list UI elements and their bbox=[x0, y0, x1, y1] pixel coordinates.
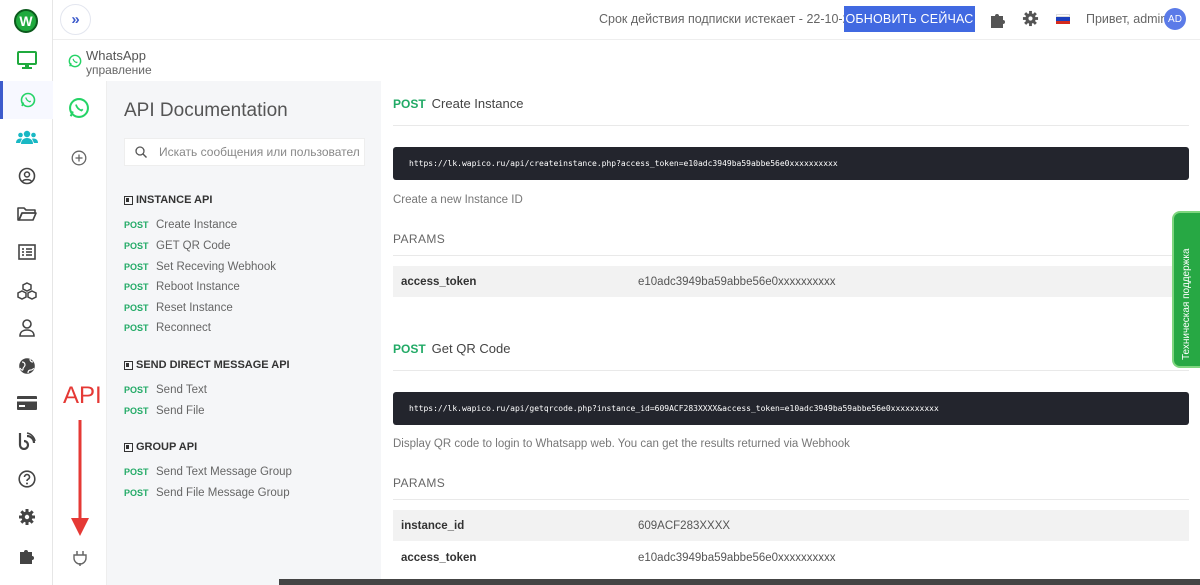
endpoint-get-qr-code[interactable]: POST GET QR Code bbox=[124, 240, 231, 252]
puzzle-icon[interactable] bbox=[989, 10, 1007, 33]
divider bbox=[393, 255, 1189, 256]
endpoint-url-code[interactable]: https://lk.wapico.ru/api/createinstance.… bbox=[393, 147, 1189, 180]
users-icon[interactable] bbox=[0, 118, 53, 156]
docs-title: API Documentation bbox=[124, 100, 288, 121]
section-heading: POST Get QR Code bbox=[393, 341, 511, 356]
group-instance-api: INSTANCE API bbox=[124, 194, 212, 206]
param-row: access_token e10adc3949ba59abbe56e0xxxxxx… bbox=[393, 266, 1189, 297]
endpoint-url-code[interactable]: https://lk.wapico.ru/api/getqrcode.php?i… bbox=[393, 392, 1189, 425]
blog-icon[interactable] bbox=[0, 422, 53, 460]
params-label: PARAMS bbox=[393, 232, 446, 246]
user-icon[interactable] bbox=[0, 309, 53, 347]
section-icon bbox=[124, 442, 133, 452]
endpoint-set-webhook[interactable]: POST Set Receving Webhook bbox=[124, 261, 276, 273]
gear-icon[interactable] bbox=[1022, 10, 1039, 32]
endpoint-reboot-instance[interactable]: POST Reboot Instance bbox=[124, 281, 240, 293]
top-header: » Срок действия подписки истекает - 22-1… bbox=[53, 0, 1200, 40]
left-rail: W bbox=[0, 0, 53, 585]
divider bbox=[393, 370, 1189, 371]
help-icon[interactable] bbox=[0, 460, 53, 498]
list-icon[interactable] bbox=[0, 233, 53, 271]
group-group-api: GROUP API bbox=[124, 441, 197, 453]
user-greeting[interactable]: Привет, admin bbox=[1086, 12, 1167, 26]
section-heading: POST Create Instance bbox=[393, 96, 524, 111]
page-title-line1: WhatsApp bbox=[86, 48, 146, 63]
sidebar-toggle-button[interactable]: » bbox=[60, 4, 91, 35]
section-icon bbox=[124, 360, 133, 370]
search-icon bbox=[135, 146, 147, 158]
card-icon[interactable] bbox=[0, 384, 53, 422]
endpoint-create-instance[interactable]: POST Create Instance bbox=[124, 219, 237, 231]
divider bbox=[393, 125, 1189, 126]
support-tab[interactable]: Техническая поддержка bbox=[1172, 211, 1200, 368]
cubes-icon[interactable] bbox=[0, 272, 53, 310]
docs-main: POST Create Instance https://lk.wapico.ru… bbox=[381, 81, 1200, 585]
globe-icon[interactable] bbox=[0, 347, 53, 385]
whatsapp-icon bbox=[68, 54, 82, 73]
section-description: Display QR code to login to Whatsapp web… bbox=[393, 438, 850, 450]
endpoint-send-text[interactable]: POST Send Text bbox=[124, 384, 207, 396]
docs-sidebar: API Documentation INSTANCE API POSTCreat… bbox=[107, 81, 381, 585]
section-icon bbox=[124, 195, 133, 205]
gear-icon[interactable] bbox=[0, 498, 53, 536]
divider bbox=[393, 499, 1189, 500]
api-annotation-label: API bbox=[63, 382, 102, 409]
search-input[interactable] bbox=[159, 145, 359, 159]
page-title-line2: управление bbox=[86, 63, 152, 77]
section-description: Create a new Instance ID bbox=[393, 194, 523, 206]
add-circle-icon[interactable] bbox=[71, 150, 87, 171]
subscription-expiry-text: Срок действия подписки истекает - 22-10-… bbox=[599, 12, 871, 26]
endpoint-send-file-group[interactable]: POST Send File Message Group bbox=[124, 487, 290, 499]
group-send-direct-message-api: SEND DIRECT MESSAGE API bbox=[124, 359, 290, 371]
avatar[interactable]: AD bbox=[1164, 8, 1186, 30]
app-logo[interactable]: W bbox=[14, 9, 38, 33]
params-label: PARAMS bbox=[393, 476, 446, 490]
whatsapp-icon[interactable] bbox=[0, 81, 53, 119]
monitor-icon[interactable] bbox=[0, 41, 53, 79]
bottom-scrollbar[interactable] bbox=[279, 579, 1200, 585]
endpoint-reconnect[interactable]: POST Reconnect bbox=[124, 322, 211, 334]
whatsapp-icon[interactable] bbox=[68, 97, 90, 124]
folder-icon[interactable] bbox=[0, 195, 53, 233]
plug-icon[interactable] bbox=[73, 550, 87, 571]
user-circle-icon[interactable] bbox=[0, 157, 53, 195]
renew-button[interactable]: ОБНОВИТЬ СЕЙЧАС bbox=[844, 6, 975, 32]
param-row: instance_id 609ACF283XXXX bbox=[393, 510, 1189, 541]
puzzle-icon[interactable] bbox=[0, 536, 53, 574]
param-row: access_token e10adc3949ba59abbe56e0xxxxxx… bbox=[401, 551, 836, 564]
endpoint-send-text-group[interactable]: POST Send Text Message Group bbox=[124, 466, 292, 478]
flag-ru-icon[interactable] bbox=[1056, 14, 1070, 24]
search-box bbox=[124, 138, 365, 166]
endpoint-send-file[interactable]: POST Send File bbox=[124, 405, 205, 417]
annotation-arrow-icon bbox=[71, 420, 89, 536]
endpoint-reset-instance[interactable]: POST Reset Instance bbox=[124, 302, 233, 314]
